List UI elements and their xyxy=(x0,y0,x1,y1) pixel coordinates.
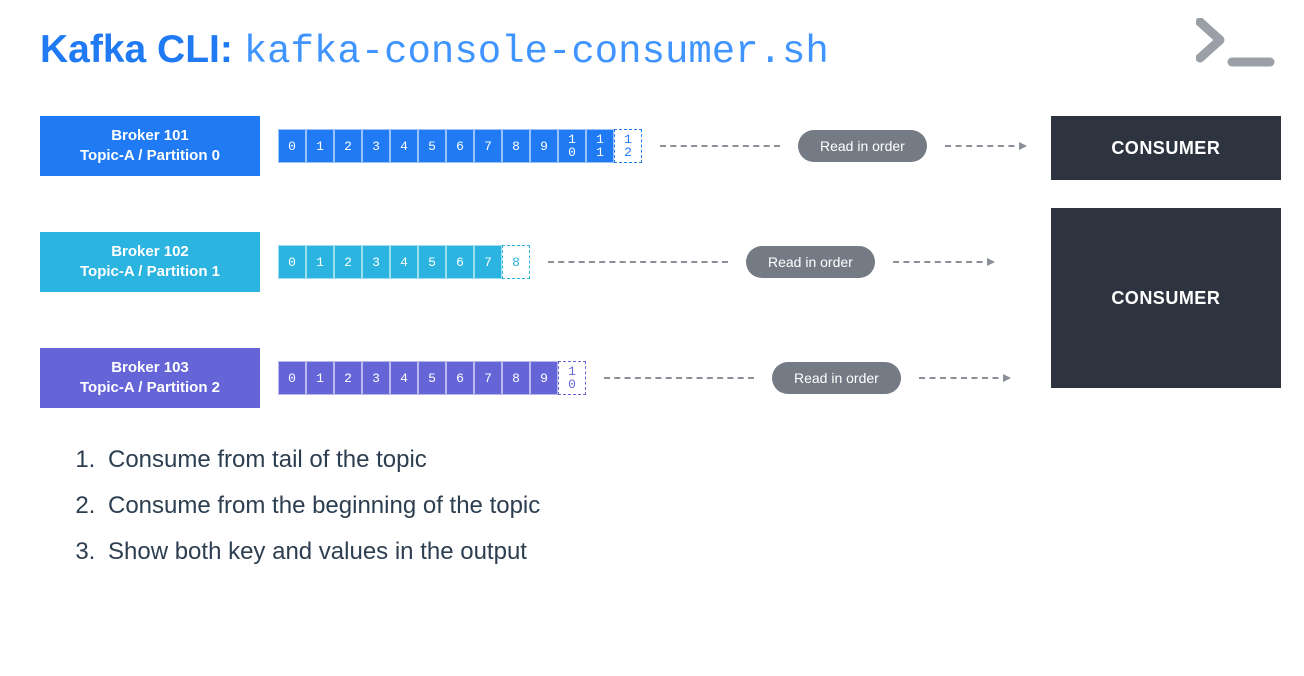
offset-cell: 7 xyxy=(474,245,502,279)
dashed-arrow xyxy=(919,377,1009,379)
offset-cell: 8 xyxy=(502,245,530,279)
offset-cell: 0 xyxy=(278,361,306,395)
offset-cell: 3 xyxy=(362,245,390,279)
read-label-pill: Read in order xyxy=(798,130,927,162)
offset-cell: 7 xyxy=(474,129,502,163)
offset-cell: 1 xyxy=(306,361,334,395)
read-label-pill: Read in order xyxy=(772,362,901,394)
offset-cell: 10 xyxy=(558,361,586,395)
offset-cell: 11 xyxy=(586,129,614,163)
broker-line2: Topic-A / Partition 0 xyxy=(80,146,220,166)
consumer-box-2: CONSUMER xyxy=(1051,208,1281,388)
consumer-box-1: CONSUMER xyxy=(1051,116,1281,180)
offset-cell: 4 xyxy=(390,245,418,279)
offset-cell: 6 xyxy=(446,361,474,395)
offset-cell: 6 xyxy=(446,245,474,279)
dashed-arrow xyxy=(893,261,993,263)
partition-row: Broker 103Topic-A / Partition 2 012345678… xyxy=(40,348,1025,408)
title-prefix: Kafka CLI: xyxy=(40,28,244,71)
offset-cells: 0123456789101112 xyxy=(278,129,642,163)
offset-cell: 0 xyxy=(278,129,306,163)
offset-cell: 5 xyxy=(418,245,446,279)
dashed-connector xyxy=(604,377,754,379)
offset-cell: 2 xyxy=(334,361,362,395)
read-label-pill: Read in order xyxy=(746,246,875,278)
broker-line1: Broker 101 xyxy=(111,126,189,146)
broker-line1: Broker 102 xyxy=(111,242,189,262)
broker-line2: Topic-A / Partition 2 xyxy=(80,378,220,398)
feature-list: Consume from tail of the topic Consume fr… xyxy=(40,446,1264,566)
offset-cell: 1 xyxy=(306,129,334,163)
offset-cell: 6 xyxy=(446,129,474,163)
broker-line2: Topic-A / Partition 1 xyxy=(80,262,220,282)
feature-item: Consume from the beginning of the topic xyxy=(102,492,1264,520)
offset-cell: 3 xyxy=(362,361,390,395)
dashed-arrow xyxy=(945,145,1025,147)
partition-row: Broker 101Topic-A / Partition 0012345678… xyxy=(40,116,1025,176)
offset-cell: 9 xyxy=(530,129,558,163)
offset-cell: 9 xyxy=(530,361,558,395)
feature-item: Consume from tail of the topic xyxy=(102,446,1264,474)
offset-cell: 2 xyxy=(334,245,362,279)
dashed-connector xyxy=(660,145,780,147)
terminal-icon xyxy=(1196,18,1276,75)
diagram: Broker 101Topic-A / Partition 0012345678… xyxy=(40,116,1264,408)
offset-cell: 4 xyxy=(390,129,418,163)
offset-cell: 3 xyxy=(362,129,390,163)
offset-cell: 4 xyxy=(390,361,418,395)
title-command: kafka-console-consumer.sh xyxy=(244,30,829,74)
broker-box: Broker 103Topic-A / Partition 2 xyxy=(40,348,260,408)
offset-cell: 1 xyxy=(306,245,334,279)
offset-cells: 012345678 xyxy=(278,245,530,279)
offset-cells: 012345678910 xyxy=(278,361,586,395)
partition-row: Broker 102Topic-A / Partition 1 012345678… xyxy=(40,232,1025,292)
offset-cell: 8 xyxy=(502,129,530,163)
offset-cell: 10 xyxy=(558,129,586,163)
broker-box: Broker 101Topic-A / Partition 0 xyxy=(40,116,260,176)
page-title: Kafka CLI: kafka-console-consumer.sh xyxy=(40,28,1264,74)
offset-cell: 8 xyxy=(502,361,530,395)
offset-cell: 5 xyxy=(418,361,446,395)
feature-item: Show both key and values in the output xyxy=(102,538,1264,566)
offset-cell: 0 xyxy=(278,245,306,279)
broker-box: Broker 102Topic-A / Partition 1 xyxy=(40,232,260,292)
offset-cell: 2 xyxy=(334,129,362,163)
offset-cell: 5 xyxy=(418,129,446,163)
offset-cell: 12 xyxy=(614,129,642,163)
offset-cell: 7 xyxy=(474,361,502,395)
dashed-connector xyxy=(548,261,728,263)
broker-line1: Broker 103 xyxy=(111,358,189,378)
